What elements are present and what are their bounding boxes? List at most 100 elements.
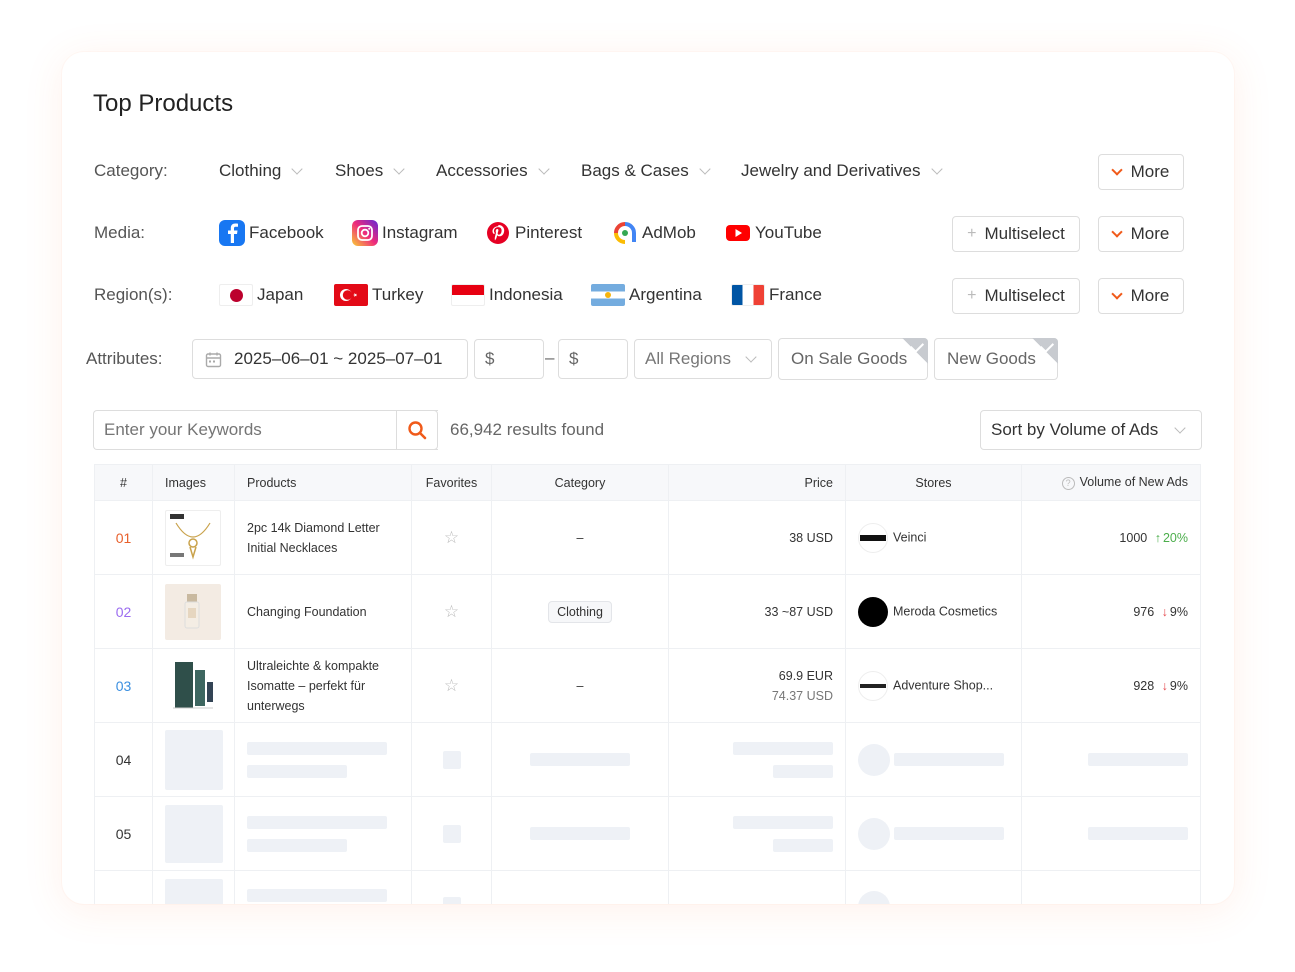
search-button[interactable]: [396, 410, 438, 450]
region-option-france[interactable]: France: [731, 284, 822, 306]
region-option-turkey[interactable]: Turkey: [334, 284, 423, 306]
region-option-indonesia[interactable]: Indonesia: [451, 284, 563, 306]
skeleton-price: [668, 796, 846, 871]
category-option-bags[interactable]: Bags & Cases: [581, 161, 711, 181]
col-header-favorites: Favorites: [411, 464, 492, 501]
dollar-prefix: $: [485, 349, 495, 368]
products-table: # Images Products Favorites Category Pri…: [94, 464, 1201, 904]
price-min-input[interactable]: $: [474, 339, 544, 379]
new-goods-label: New Goods: [947, 349, 1036, 368]
skeleton-volume: [1021, 870, 1201, 904]
regions-more-button[interactable]: More: [1098, 278, 1184, 314]
media-option-admob[interactable]: AdMob: [612, 220, 696, 246]
category-option-shoes[interactable]: Shoes: [335, 161, 405, 181]
category-option-clothing[interactable]: Clothing: [219, 161, 304, 181]
product-image-cell: [152, 574, 235, 649]
price-max-input[interactable]: $: [558, 339, 628, 379]
star-icon[interactable]: ☆: [444, 676, 459, 695]
date-range-value: 2025–06–01 ~ 2025–07–01: [234, 349, 443, 368]
media-option-label: Pinterest: [515, 223, 583, 242]
date-range-picker[interactable]: 2025–06–01 ~ 2025–07–01: [192, 339, 468, 379]
category-option-label: Accessories: [436, 161, 528, 180]
star-icon[interactable]: ☆: [444, 602, 459, 621]
region-option-label: Indonesia: [489, 285, 563, 304]
chevron-down-icon: [699, 163, 711, 175]
product-image-cell: [152, 648, 235, 723]
on-sale-goods-toggle[interactable]: On Sale Goods: [778, 338, 928, 380]
store-logo: [858, 596, 888, 627]
table-row: 05: [94, 796, 1201, 871]
product-name[interactable]: Ultraleichte & kompakte Isomatte – perfe…: [234, 648, 412, 723]
store-name: Adventure Shop...: [893, 677, 994, 692]
col-header-volume[interactable]: ? Volume of New Ads: [1021, 464, 1201, 501]
media-option-facebook[interactable]: Facebook: [219, 220, 324, 246]
chevron-down-icon: [745, 351, 757, 363]
volume-value: 1000: [1119, 530, 1148, 545]
new-goods-toggle[interactable]: New Goods: [934, 338, 1058, 380]
media-multiselect-button[interactable]: + Multiselect: [952, 216, 1080, 252]
region-option-japan[interactable]: Japan: [219, 284, 303, 306]
regions-select[interactable]: All Regions: [634, 339, 772, 379]
category-more-button[interactable]: More: [1098, 154, 1184, 190]
table-header-row: # Images Products Favorites Category Pri…: [94, 464, 1201, 501]
argentina-flag-icon: [591, 284, 625, 306]
product-name[interactable]: Changing Foundation: [234, 574, 412, 649]
table-row[interactable]: 01 2pc 14k Diamond Letter Initial Neckla…: [94, 500, 1201, 575]
sort-select[interactable]: Sort by Volume of Ads: [980, 410, 1202, 450]
skeleton-favorite: [411, 796, 492, 871]
skeleton-thumbnail: [165, 879, 223, 904]
price-cell: 69.9 EUR 74.37 USD: [668, 648, 846, 723]
product-name[interactable]: 2pc 14k Diamond Letter Initial Necklaces: [234, 500, 412, 575]
media-option-instagram[interactable]: Instagram: [352, 220, 458, 246]
admob-icon: [612, 220, 638, 246]
volume-change: 9%: [1169, 604, 1188, 619]
skeleton-price: [668, 722, 846, 797]
row-rank: 01: [94, 500, 153, 575]
skeleton-product: [234, 870, 412, 904]
category-cell: –: [491, 500, 669, 575]
product-image-cell: [152, 500, 235, 575]
arrow-down-icon: ↓: [1161, 604, 1168, 619]
chevron-down-icon: [1110, 225, 1123, 238]
store-cell[interactable]: Veinci: [845, 500, 1022, 575]
category-option-accessories[interactable]: Accessories: [436, 161, 550, 181]
store-logo: [858, 670, 888, 701]
col-header-price[interactable]: Price: [668, 464, 846, 501]
regions-multiselect-button[interactable]: + Multiselect: [952, 278, 1080, 314]
product-thumbnail[interactable]: [165, 509, 221, 566]
region-option-argentina[interactable]: Argentina: [591, 284, 702, 306]
store-cell[interactable]: Adventure Shop...: [845, 648, 1022, 723]
media-more-button[interactable]: More: [1098, 216, 1184, 252]
category-option-jewelry[interactable]: Jewelry and Derivatives: [741, 161, 943, 181]
col-header-images: Images: [152, 464, 235, 501]
skeleton-store: [845, 870, 1022, 904]
product-thumbnail[interactable]: [165, 657, 221, 714]
chevron-down-icon: [393, 163, 405, 175]
skeleton-category: [491, 722, 669, 797]
category-option-label: Clothing: [219, 161, 282, 180]
attributes-label: Attributes:: [86, 349, 163, 368]
star-icon[interactable]: ☆: [444, 528, 459, 547]
store-name: Veinci: [893, 529, 927, 544]
check-icon: [1032, 338, 1058, 364]
row-rank: 03: [94, 648, 153, 723]
product-thumbnail[interactable]: [165, 583, 221, 640]
media-option-youtube[interactable]: YouTube: [725, 220, 822, 246]
category-pill[interactable]: Clothing: [548, 600, 612, 623]
chevron-down-icon: [1110, 287, 1123, 300]
table-row[interactable]: 03 Ultraleichte & kompakte Isomatte – pe…: [94, 648, 1201, 723]
top-products-card: Top Products Category: Clothing Shoes Ac…: [62, 52, 1234, 904]
table-row[interactable]: 02 Changing Foundation ☆ Clothing 33 ~87…: [94, 574, 1201, 649]
category-option-label: Shoes: [335, 161, 384, 180]
skeleton-favorite: [411, 722, 492, 797]
help-icon[interactable]: ?: [1061, 477, 1075, 490]
search-input[interactable]: [104, 420, 438, 440]
price-cell: 38 USD: [668, 500, 846, 575]
volume-cell: 976 ↓ 9%: [1021, 574, 1201, 649]
volume-header-label: Volume of New Ads: [1079, 475, 1188, 489]
media-option-pinterest[interactable]: Pinterest: [485, 220, 582, 246]
category-cell: Clothing: [491, 574, 669, 649]
store-cell[interactable]: Meroda Cosmetics: [845, 574, 1022, 649]
product-image-cell: [152, 796, 235, 871]
skeleton-category: [491, 796, 669, 871]
